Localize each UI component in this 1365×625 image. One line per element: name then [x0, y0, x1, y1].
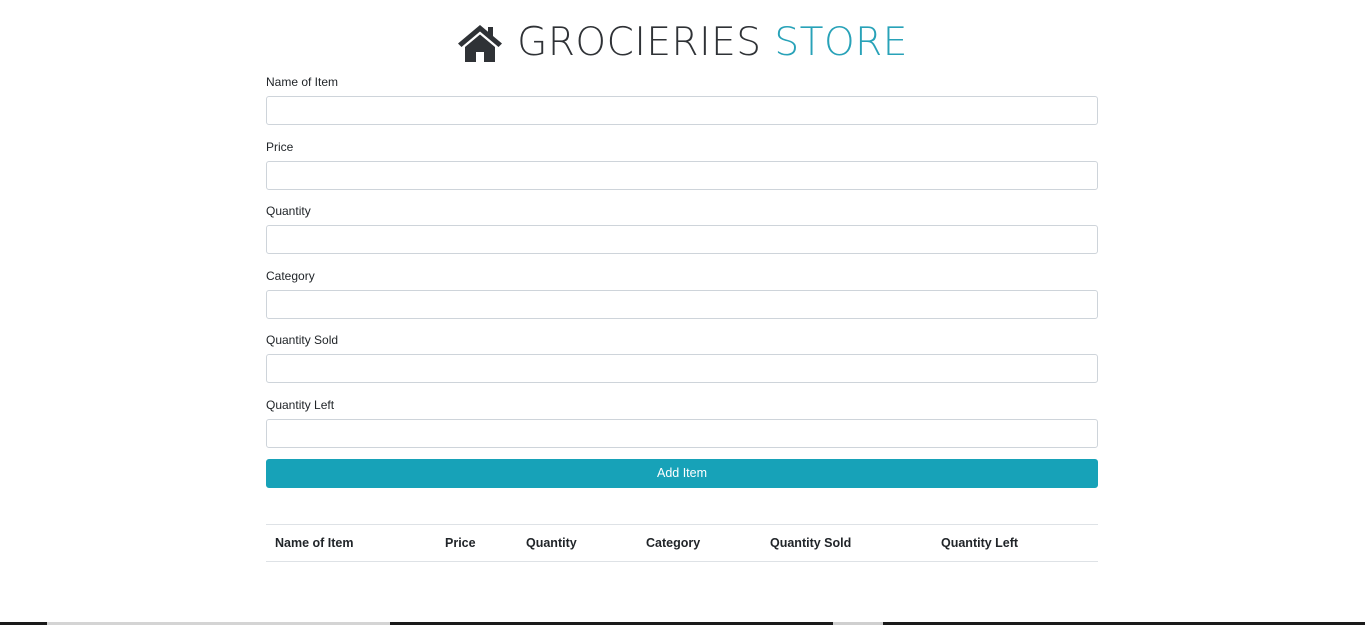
name-of-item-input[interactable] — [266, 96, 1098, 125]
title-main: GROCIERIES — [517, 20, 762, 65]
column-header-quantity-left: Quantity Left — [932, 524, 1098, 562]
grocery-store-page: GROCIERIES STORE Name of Item Price Quan… — [0, 0, 1365, 625]
items-table: Name of Item Price Quantity Category Qua… — [266, 524, 1098, 562]
column-header-price: Price — [436, 524, 517, 562]
add-item-button[interactable]: Add Item — [266, 459, 1098, 488]
field-price: Price — [266, 139, 1098, 204]
table-header-row: Name of Item Price Quantity Category Qua… — [266, 524, 1098, 562]
quantity-left-label: Quantity Left — [266, 397, 335, 412]
field-quantity-left: Quantity Left — [266, 397, 1098, 462]
quantity-input[interactable] — [266, 225, 1098, 255]
price-label: Price — [266, 139, 294, 154]
title-text: GROCIERIES STORE — [517, 18, 908, 68]
name-of-item-label: Name of Item — [266, 75, 339, 89]
column-header-quantity-sold: Quantity Sold — [761, 524, 932, 562]
page-title: GROCIERIES STORE — [457, 18, 908, 68]
field-quantity: Quantity — [266, 203, 1098, 268]
quantity-left-input[interactable] — [266, 418, 1098, 448]
title-accent: STORE — [774, 20, 908, 65]
column-header-category: Category — [637, 524, 761, 562]
home-icon — [457, 23, 503, 63]
column-header-quantity: Quantity — [517, 524, 637, 562]
quantity-label: Quantity — [266, 204, 311, 219]
items-table-container: Name of Item Price Quantity Category Qua… — [266, 524, 1098, 562]
category-label: Category — [266, 268, 315, 283]
page-header: GROCIERIES STORE — [0, 18, 1365, 70]
quantity-sold-input[interactable] — [266, 354, 1098, 384]
quantity-sold-label: Quantity Sold — [266, 333, 339, 348]
field-quantity-sold: Quantity Sold — [266, 332, 1098, 397]
category-input[interactable] — [266, 289, 1098, 319]
field-category: Category — [266, 268, 1098, 333]
add-item-form: Name of Item Price Quantity Category Qua… — [266, 74, 1098, 462]
column-header-name-of-item: Name of Item — [266, 524, 436, 562]
field-name-of-item: Name of Item — [266, 74, 1098, 139]
price-input[interactable] — [266, 160, 1098, 190]
